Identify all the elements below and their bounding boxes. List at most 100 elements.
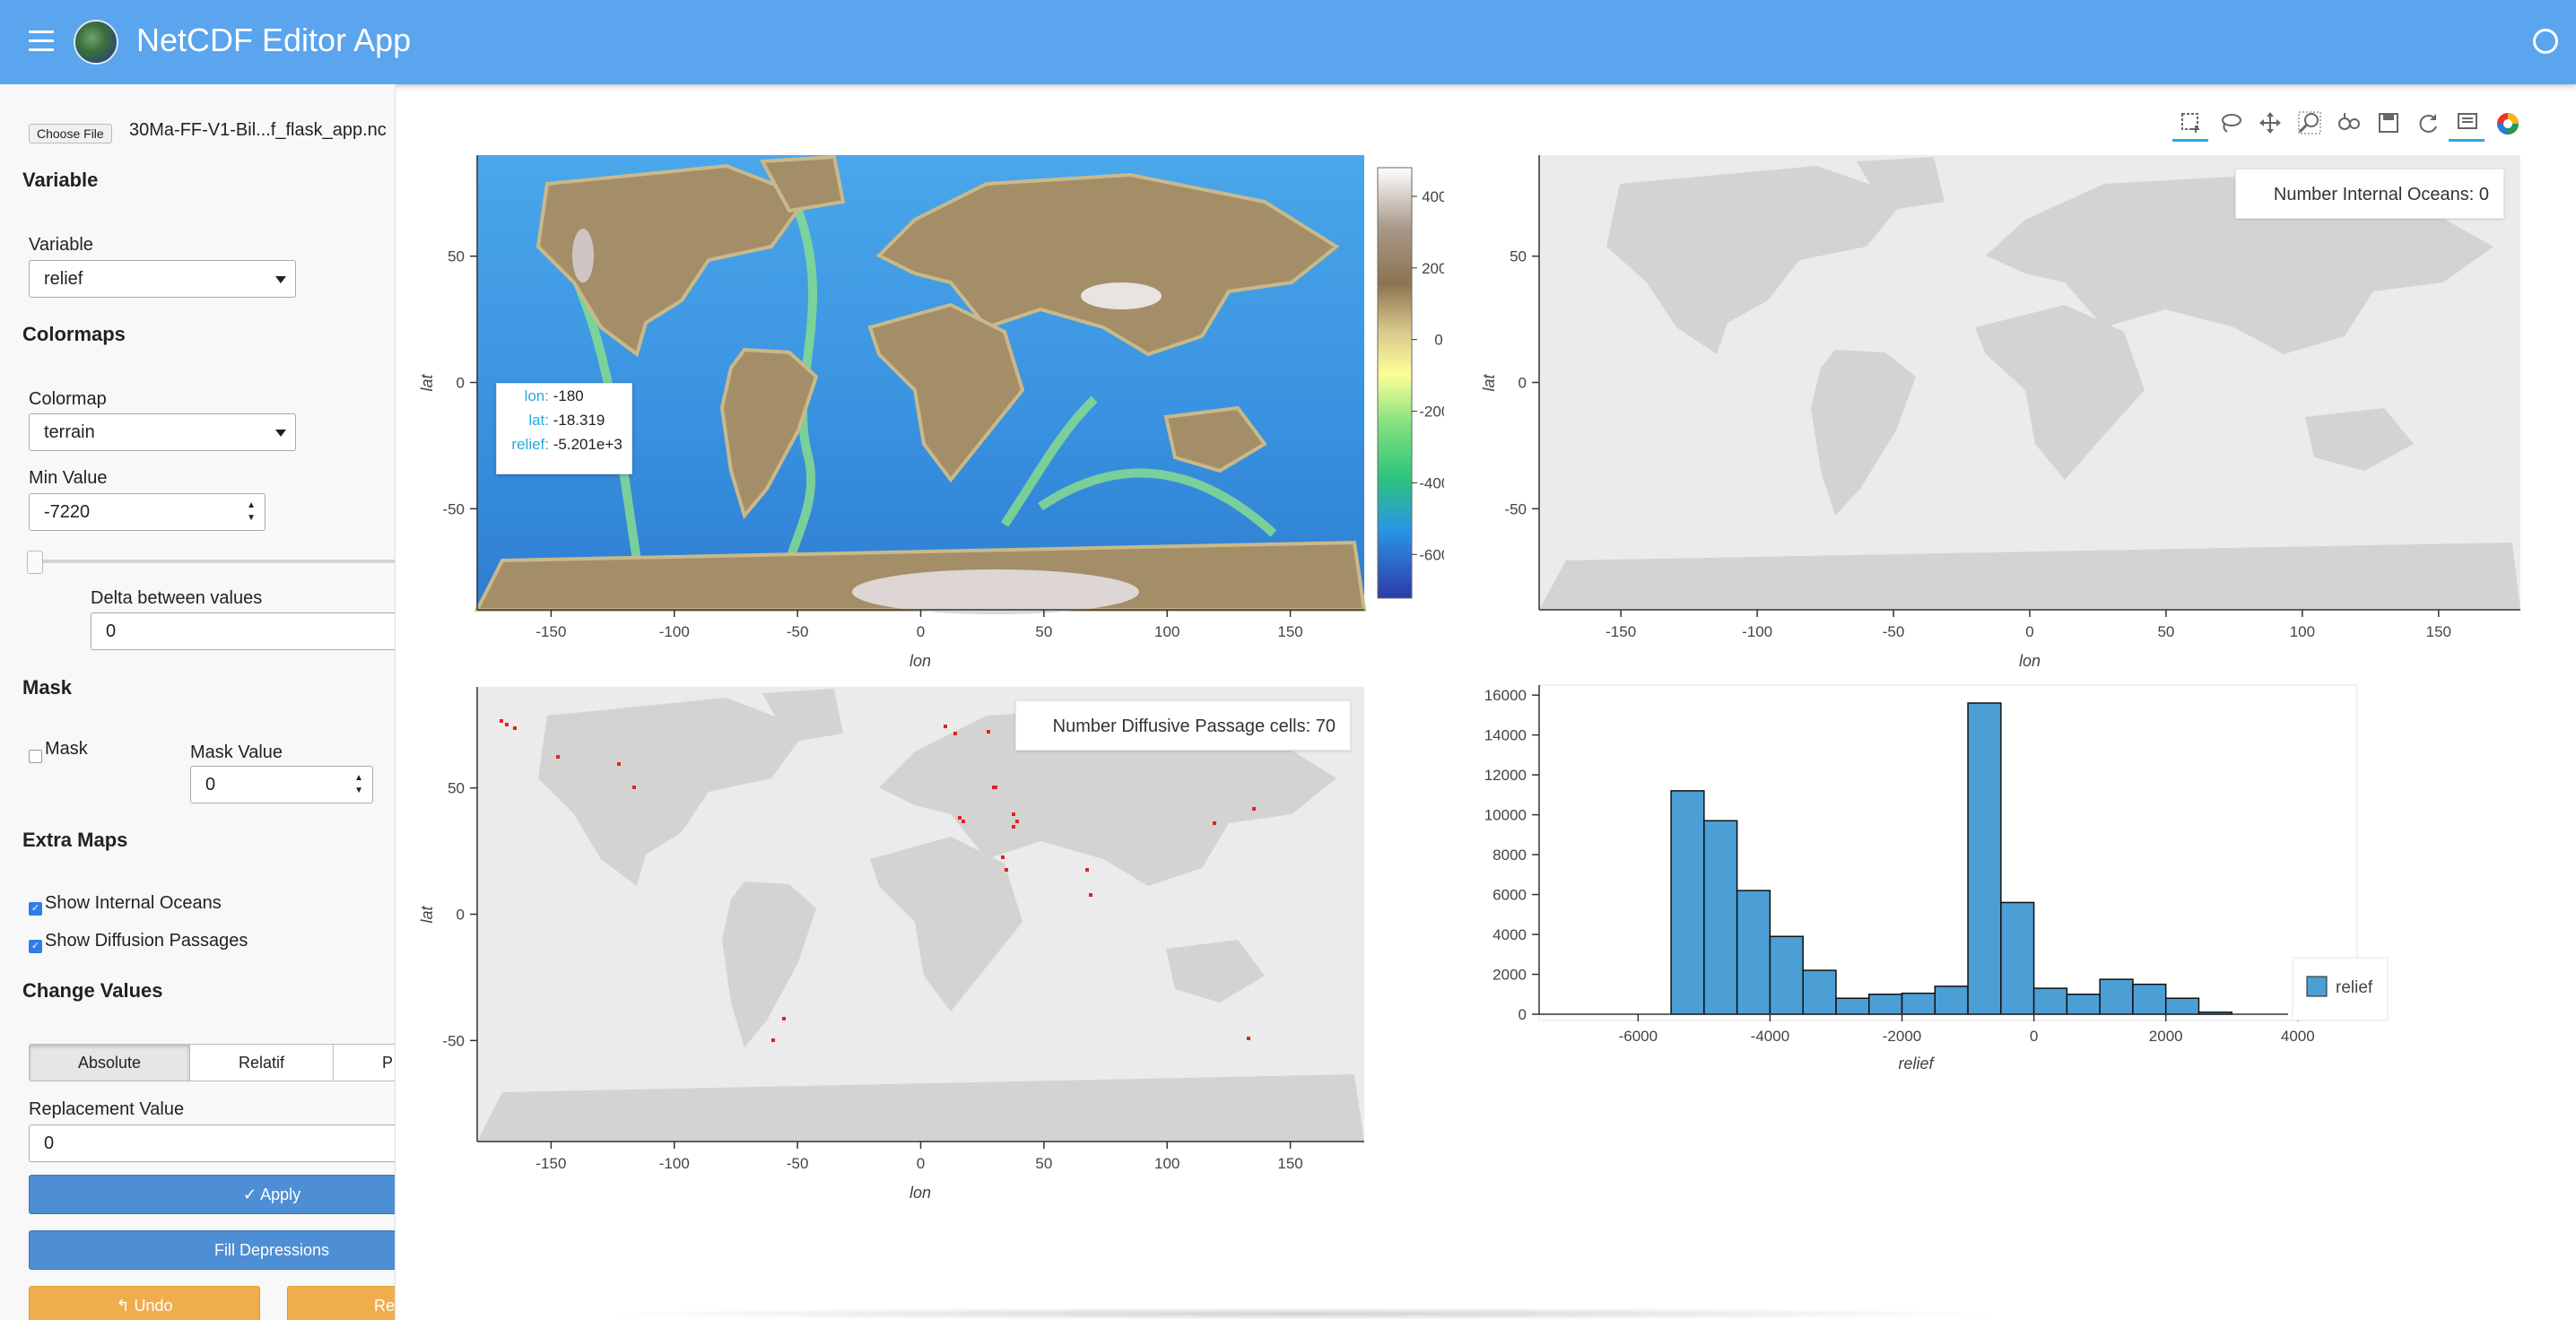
internal-oceans-plot[interactable]: -150 -100 -50 0 50 100 150 50 0 -50 lon lat	[1467, 148, 2526, 686]
bokeh-logo-icon[interactable]	[2488, 104, 2524, 142]
replacement-value-input[interactable]: 0	[29, 1125, 395, 1162]
histogram-xtick-label: 0	[2030, 1028, 2038, 1045]
reset-icon[interactable]	[2409, 104, 2445, 142]
colorbar-tick-label: 0	[1434, 332, 1442, 349]
map2-ytick-label: 50	[1510, 248, 1527, 265]
replacement-value-text: 0	[44, 1133, 55, 1153]
histogram-xlabel: relief	[1898, 1055, 1935, 1072]
mask-checkbox-label: Mask	[45, 739, 88, 759]
histogram-frame	[1538, 684, 2358, 1021]
map1-xtick-label: -50	[787, 623, 809, 640]
map3-xtick-label: 0	[917, 1155, 925, 1172]
section-mask-title: Mask	[22, 676, 73, 699]
replacement-value-label: Replacement Value	[29, 1099, 185, 1119]
diffusion-passages-plot[interactable]: -150 -100 -50 0 50 100 150 50 0 -50 lon lat	[413, 680, 1444, 1218]
internal-oceans-count: Number Internal Oceans: 0	[2235, 169, 2504, 219]
delta-label: Delta between values	[91, 588, 263, 608]
map1-xtick-label: 50	[1035, 623, 1052, 640]
map1-xtick-label: -150	[535, 623, 566, 640]
colorbar	[1377, 167, 1413, 599]
globe-logo-icon	[74, 20, 118, 65]
min-value-input[interactable]: -7220 ▲ ▼	[29, 493, 265, 531]
fill-depressions-button[interactable]: Fill Depressions	[29, 1230, 395, 1270]
histogram-bar	[1901, 992, 1936, 1015]
spinner-arrows-icon[interactable]: ▲ ▼	[247, 499, 256, 525]
map2-xtick-label: 50	[2157, 623, 2174, 640]
choose-file-button[interactable]: Choose File	[29, 124, 112, 143]
section-change-values-title: Change Values	[22, 979, 163, 1002]
lasso-select-icon[interactable]	[2212, 104, 2248, 142]
map2-xtick-label: 100	[2290, 623, 2315, 640]
app-header: NetCDF Editor App	[0, 0, 2576, 84]
histogram-ytick-label: 0	[1519, 1006, 1527, 1023]
colorbar-tick-label: -6000	[1419, 546, 1444, 563]
colorbar-tick-label: 2000	[1422, 260, 1444, 277]
section-extra-maps-title: Extra Maps	[22, 829, 128, 851]
hover-icon[interactable]	[2449, 104, 2485, 142]
show-internal-oceans-checkbox[interactable]: ✓	[29, 902, 42, 916]
show-diffusion-passages-label: Show Diffusion Passages	[45, 931, 248, 951]
colorbar-tick-label: -2000	[1419, 404, 1444, 421]
histogram-bar	[1967, 702, 2002, 1015]
mode-p-button[interactable]: P	[334, 1044, 395, 1081]
tooltip-lat-value: -18.319	[553, 412, 605, 429]
map1-xtick-label: -100	[659, 623, 690, 640]
save-icon[interactable]	[2370, 104, 2406, 142]
histogram-bar	[1934, 986, 1969, 1015]
show-diffusion-passages-checkbox[interactable]: ✓	[29, 940, 42, 953]
box-zoom-icon[interactable]	[2291, 104, 2327, 142]
menu-icon[interactable]	[29, 30, 54, 52]
histogram-bar	[2164, 997, 2200, 1015]
redo-button[interactable]: Re	[287, 1286, 395, 1320]
tooltip-row-lat: lat: -18.319	[497, 408, 631, 432]
variable-select[interactable]: relief	[29, 260, 296, 298]
map2-xtick-label: 150	[2426, 623, 2451, 640]
colorbar-tick-label: -4000	[1419, 474, 1444, 491]
min-value-slider-handle[interactable]	[27, 551, 43, 574]
map1-ytick-label: 0	[457, 375, 465, 392]
histogram-ytick-label: 2000	[1493, 967, 1527, 984]
wheel-zoom-icon[interactable]	[2330, 104, 2366, 142]
histogram-ytick-label: 14000	[1484, 727, 1527, 744]
histogram-ytick-label: 10000	[1484, 807, 1527, 824]
histogram-ytick-label: 12000	[1484, 767, 1527, 784]
min-value-slider-track[interactable]	[29, 560, 395, 563]
histogram-bar	[2000, 901, 2035, 1015]
mask-value-label: Mask Value	[190, 742, 283, 762]
map3-ylabel: lat	[418, 905, 436, 923]
histogram-ytick-label: 16000	[1484, 687, 1527, 704]
spinner-arrows-icon[interactable]: ▲ ▼	[354, 772, 363, 797]
undo-button[interactable]: ↰ Undo	[29, 1286, 260, 1320]
histogram-bar	[2066, 994, 2101, 1015]
tooltip-lon-value: -180	[553, 387, 584, 404]
tooltip-row-relief: relief: -5.201e+3	[497, 432, 631, 456]
histogram-ytick-label: 8000	[1493, 847, 1527, 864]
mask-value-input[interactable]: 0 ▲ ▼	[190, 766, 373, 803]
box-select-icon[interactable]	[2172, 104, 2208, 142]
mask-checkbox[interactable]	[29, 750, 42, 763]
delta-input[interactable]: 0	[91, 612, 395, 650]
map3-xtick-label: -50	[787, 1155, 809, 1172]
map3-xtick-label: 100	[1154, 1155, 1179, 1172]
map1-xlabel: lon	[909, 652, 931, 670]
map2-ytick-label: 0	[1519, 375, 1527, 392]
histogram-bar	[1867, 994, 1903, 1015]
map1-yticks: 50 0 -50	[442, 248, 477, 517]
histogram-bar	[2132, 983, 2167, 1015]
variable-select-value: relief	[44, 269, 83, 289]
map2-xtick-label: 0	[2025, 623, 2033, 640]
histogram-bar	[2099, 978, 2134, 1015]
apply-button[interactable]: ✓ Apply	[29, 1175, 395, 1214]
mode-relatif-button[interactable]: Relatif	[190, 1044, 334, 1081]
colormap-select[interactable]: terrain	[29, 413, 296, 451]
mode-absolute-button[interactable]: Absolute	[29, 1044, 190, 1081]
map2-xticks: -150 -100 -50 0 50 100 150	[1606, 610, 2451, 640]
map2-ytick-label: -50	[1504, 500, 1527, 517]
caret-down-icon	[275, 276, 286, 283]
app-title: NetCDF Editor App	[136, 22, 412, 58]
colorbar-ticks: 4000 2000 0 -2000 -4000 -6000	[1412, 188, 1444, 563]
delta-input-value: 0	[106, 621, 117, 641]
relief-histogram-plot[interactable]: -6000 -4000 -2000 0 2000 4000 0 2000 4000 6000 80…	[1467, 680, 2391, 1083]
map2-xtick-label: -50	[1883, 623, 1905, 640]
pan-icon[interactable]	[2251, 104, 2287, 142]
